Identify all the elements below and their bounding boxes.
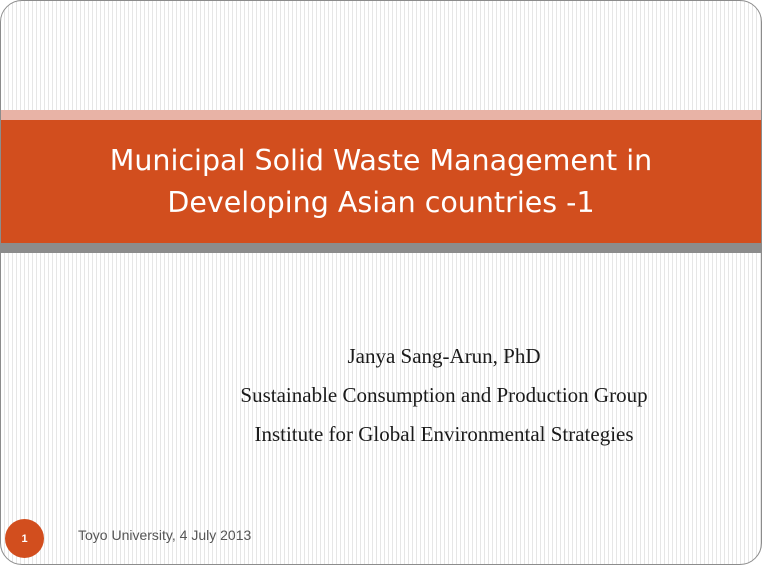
group-name: Sustainable Consumption and Production G…: [240, 383, 648, 407]
author-name: Janya Sang-Arun, PhD: [347, 344, 541, 368]
slide-number-badge: 1: [5, 519, 44, 558]
title-bottom-stripe: [1, 243, 761, 253]
slide-title: Municipal Solid Waste Management in Deve…: [41, 140, 721, 224]
slide-subtitle: Janya Sang-Arun, PhD Sustainable Consump…: [151, 337, 737, 454]
title-top-stripe: [1, 110, 761, 120]
slide-title-line-1: Municipal Solid Waste Management in: [109, 143, 653, 177]
title-band: Municipal Solid Waste Management in Deve…: [1, 120, 761, 243]
institute-name: Institute for Global Environmental Strat…: [254, 422, 634, 446]
slide: Municipal Solid Waste Management in Deve…: [0, 0, 762, 565]
slide-footer: Toyo University, 4 July 2013: [78, 527, 252, 543]
slide-number: 1: [21, 532, 28, 545]
slide-title-line-2: Developing Asian countries -1: [167, 185, 595, 219]
